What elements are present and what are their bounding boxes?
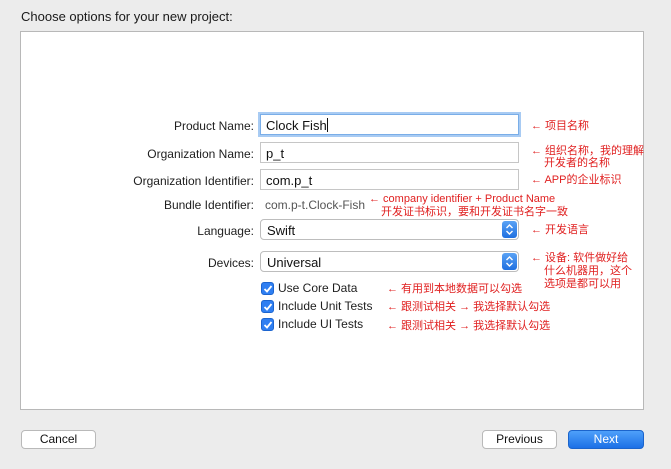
include-unit-tests-label[interactable]: Include Unit Tests	[278, 299, 373, 313]
text-caret	[326, 118, 328, 132]
annotation-org-identifier: ← APP的企业标识	[531, 174, 622, 186]
org-name-field[interactable]: p_t	[260, 142, 519, 163]
annotation-org-name-1: ← 组织名称，我的理解	[531, 145, 645, 157]
annotation-bundle-2: 开发证书标识，要和开发证书名字一致	[381, 206, 568, 218]
product-name-label: Product Name:	[173, 119, 254, 133]
checkmark-icon	[263, 303, 273, 311]
cancel-button[interactable]: Cancel	[21, 430, 96, 449]
bundle-identifier-label: Bundle Identifier:	[163, 198, 254, 212]
org-identifier-label: Organization Identifier:	[133, 174, 254, 188]
previous-button[interactable]: Previous	[482, 430, 557, 449]
product-name-field[interactable]: Clock Fish	[260, 114, 519, 135]
annotation-ui-tests: ← 跟测试相关 → 我选择默认勾选	[387, 320, 551, 332]
devices-popup[interactable]: Universal	[260, 251, 519, 272]
annotation-devices-2: 什么机器用，这个	[544, 265, 632, 277]
checkmark-icon	[263, 285, 273, 293]
language-label: Language:	[197, 224, 254, 238]
dialog-title: Choose options for your new project:	[21, 9, 233, 24]
devices-value: Universal	[267, 255, 322, 270]
include-ui-tests-checkbox[interactable]	[261, 318, 274, 331]
language-value: Swift	[267, 223, 296, 238]
next-button[interactable]: Next	[568, 430, 644, 449]
annotation-language: ← 开发语言	[531, 224, 590, 236]
include-unit-tests-checkbox[interactable]	[261, 300, 274, 313]
chevron-up-down-icon	[502, 221, 517, 238]
language-popup[interactable]: Swift	[260, 219, 519, 240]
checkmark-icon	[263, 321, 273, 329]
use-core-data-checkbox[interactable]	[261, 282, 274, 295]
annotation-core-data: ← 有用到本地数据可以勾选	[387, 283, 523, 295]
bundle-identifier-value: com.p-t.Clock-Fish	[265, 198, 366, 212]
chevron-up-down-icon	[502, 253, 517, 270]
annotation-product-name: ← 项目名称	[531, 120, 590, 132]
include-ui-tests-label[interactable]: Include UI Tests	[278, 317, 363, 331]
devices-label: Devices:	[207, 256, 254, 270]
annotation-bundle-1: ← company identifier + Product Name	[369, 193, 556, 205]
annotation-devices-1: ← 设备: 软件做好给	[531, 252, 629, 264]
annotation-unit-tests: ← 跟测试相关 → 我选择默认勾选	[387, 301, 551, 313]
product-name-value: Clock Fish	[266, 118, 327, 133]
annotation-org-name-2: 开发者的名称	[544, 157, 610, 169]
org-name-label: Organization Name:	[147, 147, 254, 161]
annotation-devices-3: 选项是都可以用	[544, 278, 621, 290]
use-core-data-label[interactable]: Use Core Data	[278, 281, 357, 295]
org-identifier-field[interactable]: com.p_t	[260, 169, 519, 190]
